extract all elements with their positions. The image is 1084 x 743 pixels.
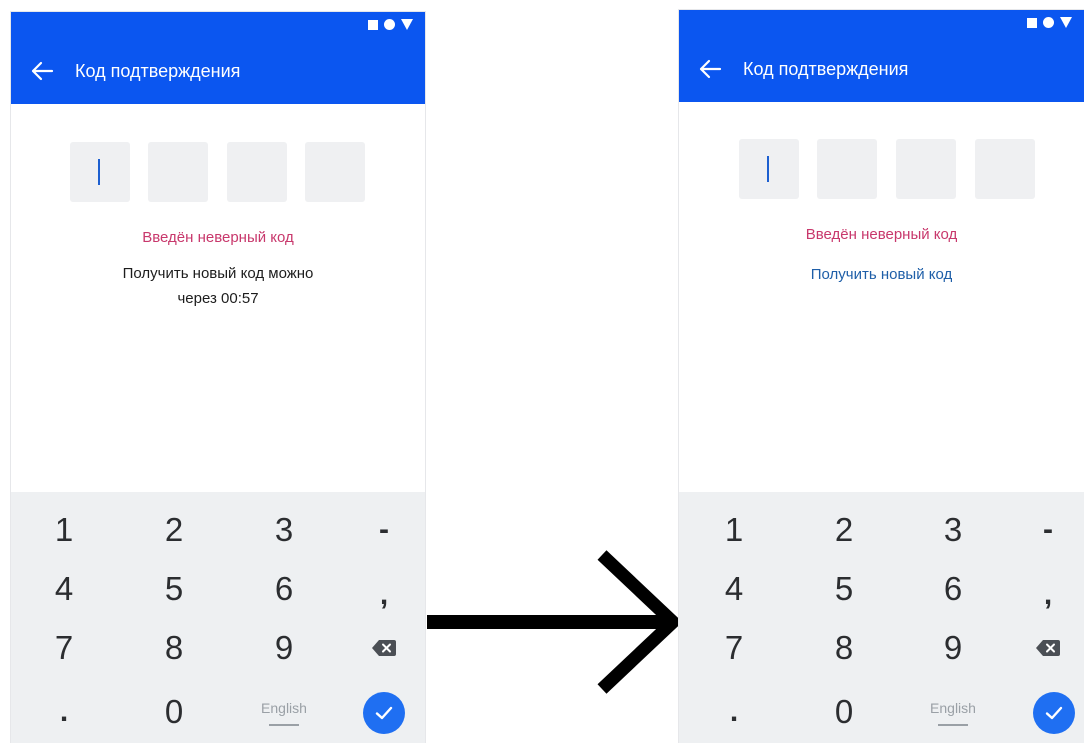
key-0[interactable]: 0	[126, 687, 222, 737]
key-comma[interactable]: ,	[336, 570, 425, 620]
status-bar	[679, 10, 1084, 36]
code-digit-2[interactable]	[817, 139, 877, 199]
space-bar-indicator	[938, 724, 968, 726]
triangle-icon	[401, 19, 413, 30]
check-icon	[375, 706, 393, 720]
check-icon	[1045, 706, 1063, 720]
resend-code-link[interactable]: Получить новый код	[679, 266, 1084, 283]
backspace-icon	[372, 640, 396, 656]
key-dash[interactable]: -	[1000, 505, 1084, 555]
key-8[interactable]: 8	[126, 623, 222, 673]
key-0[interactable]: 0	[796, 687, 892, 737]
code-digit-3[interactable]	[227, 142, 287, 202]
key-backspace[interactable]	[1000, 623, 1084, 673]
screen-after: Код подтверждения Введён неверный код По…	[679, 10, 1084, 743]
triangle-icon	[1060, 17, 1072, 28]
circle-icon	[1043, 17, 1054, 28]
key-6[interactable]: 6	[236, 564, 332, 614]
numeric-keyboard: 1 2 3 - 4 5 6 , 7 8 9 . 0 English	[679, 492, 1084, 743]
key-dash[interactable]: -	[336, 505, 425, 555]
text-cursor	[98, 159, 100, 185]
screen-before: Код подтверждения Введён неверный код По…	[11, 12, 425, 743]
code-digit-2[interactable]	[148, 142, 208, 202]
key-period[interactable]: .	[16, 687, 112, 737]
key-5[interactable]: 5	[796, 564, 892, 614]
backspace-icon	[1036, 640, 1060, 656]
code-digit-3[interactable]	[896, 139, 956, 199]
resend-timer-line2: через 00:57	[177, 290, 259, 307]
enter-key[interactable]	[1006, 688, 1084, 738]
square-icon	[1027, 17, 1037, 28]
code-digit-1[interactable]	[739, 139, 799, 199]
key-6[interactable]: 6	[905, 564, 1001, 614]
key-7[interactable]: 7	[686, 623, 782, 673]
arrow-left-icon[interactable]	[697, 56, 723, 82]
key-9[interactable]: 9	[905, 623, 1001, 673]
key-2[interactable]: 2	[796, 505, 892, 555]
key-9[interactable]: 9	[236, 623, 332, 673]
status-bar	[11, 12, 425, 38]
key-2[interactable]: 2	[126, 505, 222, 555]
app-bar: Код подтверждения	[679, 36, 1084, 102]
key-5[interactable]: 5	[126, 564, 222, 614]
error-message: Введён неверный код	[142, 229, 294, 246]
space-bar-indicator	[269, 724, 299, 726]
square-icon	[368, 19, 378, 30]
key-1[interactable]: 1	[686, 505, 782, 555]
key-3[interactable]: 3	[236, 505, 332, 555]
code-digit-4[interactable]	[975, 139, 1035, 199]
error-message: Введён неверный код	[805, 226, 958, 243]
code-digit-1[interactable]	[70, 142, 130, 202]
key-4[interactable]: 4	[686, 564, 782, 614]
circle-icon	[384, 19, 395, 30]
key-1[interactable]: 1	[16, 505, 112, 555]
key-backspace[interactable]	[336, 623, 425, 673]
language-label: English	[261, 700, 307, 716]
arrow-left-icon[interactable]	[29, 58, 55, 84]
code-digit-4[interactable]	[305, 142, 365, 202]
arrow-right-icon	[427, 550, 683, 694]
language-switch[interactable]: English	[905, 688, 1001, 738]
key-7[interactable]: 7	[16, 623, 112, 673]
numeric-keyboard: 1 2 3 - 4 5 6 , 7 8 9 . 0 English	[11, 492, 425, 743]
key-period[interactable]: .	[686, 687, 782, 737]
enter-button[interactable]	[363, 692, 405, 734]
enter-key[interactable]	[336, 688, 425, 738]
key-3[interactable]: 3	[905, 505, 1001, 555]
page-title: Код подтверждения	[743, 59, 909, 79]
key-comma[interactable]: ,	[1000, 570, 1084, 620]
enter-button[interactable]	[1033, 692, 1075, 734]
text-cursor	[767, 156, 769, 182]
language-label: English	[930, 700, 976, 716]
language-switch[interactable]: English	[236, 688, 332, 738]
key-4[interactable]: 4	[16, 564, 112, 614]
app-bar: Код подтверждения	[11, 38, 425, 104]
key-8[interactable]: 8	[796, 623, 892, 673]
resend-timer-line1: Получить новый код можно	[122, 265, 314, 282]
page-title: Код подтверждения	[75, 61, 241, 81]
